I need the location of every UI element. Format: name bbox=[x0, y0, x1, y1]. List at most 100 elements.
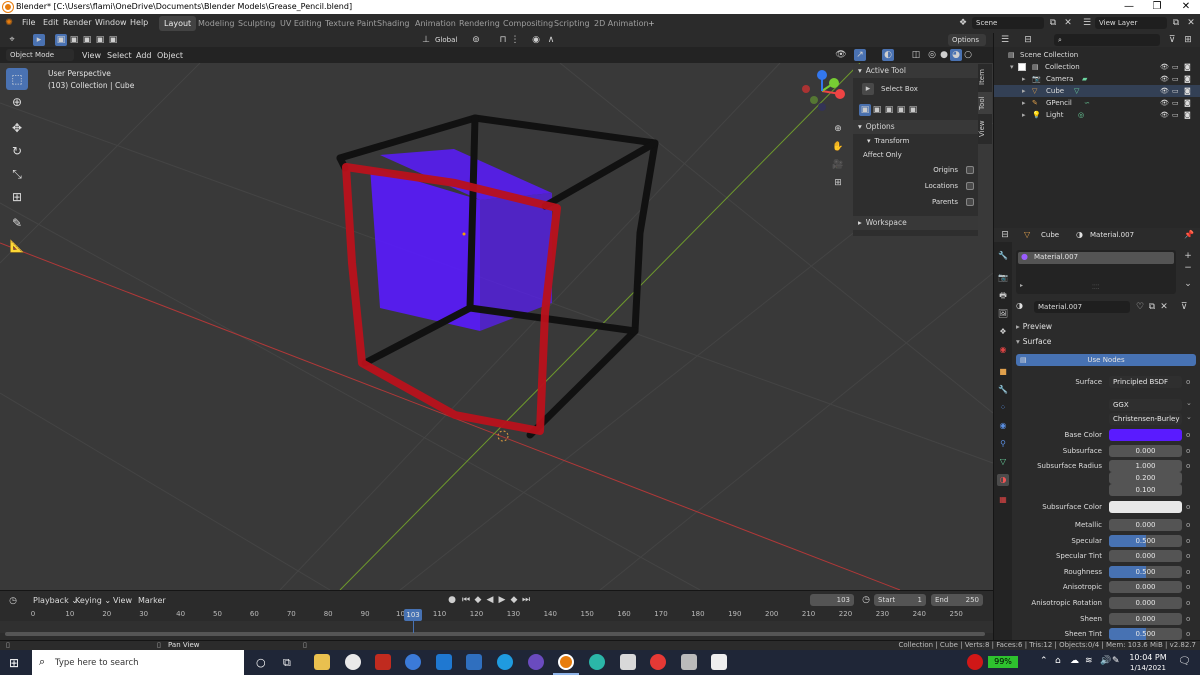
view-layer-tab-icon[interactable]: 🖼 bbox=[997, 308, 1009, 320]
material-slot-row[interactable]: ● Material.007 bbox=[1018, 252, 1174, 264]
render-tab-icon[interactable]: 📷 bbox=[997, 272, 1009, 284]
visibility-icon[interactable]: 👁 bbox=[835, 49, 847, 61]
menu-timeline-view[interactable]: View bbox=[113, 596, 132, 605]
expand-arrow-icon[interactable]: ▸ bbox=[1022, 85, 1026, 97]
collection-checkbox[interactable] bbox=[1018, 63, 1026, 71]
subsurface-radius-z-field[interactable]: 0.100 bbox=[1109, 484, 1182, 496]
add-workspace-icon[interactable]: + bbox=[643, 16, 660, 31]
play-icon[interactable]: ▶ bbox=[496, 594, 508, 606]
visibility-eye-icon[interactable]: 👁 bbox=[1160, 85, 1169, 97]
menu-help[interactable]: Help bbox=[130, 18, 148, 27]
orientation-dropdown[interactable]: Global bbox=[431, 34, 467, 46]
render-camera-icon[interactable]: ◙ bbox=[1184, 85, 1191, 97]
menu-marker[interactable]: Marker bbox=[138, 596, 166, 605]
tab-layout[interactable]: Layout bbox=[159, 16, 197, 31]
store-icon[interactable] bbox=[466, 654, 482, 670]
npanel-mode-invert-icon[interactable]: ▣ bbox=[895, 104, 907, 116]
task-view-icon[interactable]: ⧉ bbox=[283, 656, 291, 670]
unlink-material-icon[interactable]: ✕ bbox=[1158, 301, 1170, 313]
ortho-grid-icon[interactable]: ⊞ bbox=[832, 177, 844, 189]
rotate-icon[interactable]: ↻ bbox=[6, 140, 28, 162]
expand-arrow-icon[interactable]: ▸ bbox=[1022, 109, 1026, 121]
start-frame-field[interactable]: Start 1 bbox=[874, 594, 926, 606]
expand-arrow-icon[interactable]: ▾ bbox=[1010, 61, 1014, 73]
gizmo-icon[interactable]: ↗ bbox=[854, 49, 866, 61]
sheen-tint-link-icon[interactable]: o bbox=[1186, 630, 1190, 638]
surface-shader-dropdown[interactable]: Principled BSDF bbox=[1109, 376, 1182, 388]
tab-tool[interactable]: Tool bbox=[978, 92, 992, 114]
duplicate-material-icon[interactable]: ⧉ bbox=[1146, 301, 1158, 313]
clock-time[interactable]: 10:04 PM bbox=[1128, 653, 1168, 662]
material-name-field[interactable]: Material.007 bbox=[1034, 301, 1130, 313]
slot-expand-icon[interactable]: ▸ bbox=[1020, 282, 1023, 289]
select-mode-extend-icon[interactable]: ▣ bbox=[68, 34, 80, 46]
filter-icon[interactable]: ⊽ bbox=[1166, 34, 1178, 46]
visibility-eye-icon[interactable]: 👁 bbox=[1160, 109, 1169, 121]
neg-z-axis-icon[interactable] bbox=[818, 103, 826, 111]
menu-object[interactable]: Object bbox=[157, 51, 183, 60]
wireframe-shading-icon[interactable]: ◎ bbox=[926, 49, 938, 61]
select-mode-subtract-icon[interactable]: ▣ bbox=[81, 34, 93, 46]
visibility-eye-icon[interactable]: 👁 bbox=[1160, 73, 1169, 85]
collection-row[interactable]: ▾ ▤ Collection 👁 ▭ ◙ bbox=[994, 61, 1200, 73]
snap-icon[interactable]: ⊓ bbox=[497, 34, 509, 46]
notification-icon[interactable]: 🗨 bbox=[1178, 656, 1191, 667]
zoom-icon[interactable]: ⊕ bbox=[832, 123, 844, 135]
render-camera-icon[interactable]: ◙ bbox=[1184, 109, 1191, 121]
subsurface-color-swatch[interactable] bbox=[1109, 501, 1182, 513]
visibility-eye-icon[interactable]: 👁 bbox=[1160, 97, 1169, 109]
taskbar-search-box[interactable]: ⌕ Type here to search bbox=[32, 650, 244, 675]
timeline-scrollbar[interactable] bbox=[5, 632, 985, 636]
render-camera-icon[interactable]: ◙ bbox=[1184, 97, 1191, 109]
menu-playback[interactable]: Playback ⌄ bbox=[33, 596, 78, 605]
scene-field[interactable]: Scene bbox=[972, 17, 1044, 29]
options-dropdown[interactable]: Options bbox=[948, 34, 986, 46]
view-layer-icon[interactable]: ☰ bbox=[1081, 17, 1093, 29]
data-tab-icon[interactable]: ▽ bbox=[997, 456, 1009, 468]
neg-y-axis-icon[interactable] bbox=[810, 96, 818, 104]
network-app-icon[interactable] bbox=[681, 654, 697, 670]
chevron-up-icon[interactable]: ⌃ bbox=[1040, 656, 1048, 666]
volume-icon[interactable]: 🔊 bbox=[1100, 656, 1111, 666]
navigation-gizmo[interactable] bbox=[800, 69, 850, 119]
select-box-tool-icon[interactable]: ▸ bbox=[862, 83, 874, 95]
viewport-disable-icon[interactable]: ▭ bbox=[1172, 109, 1179, 121]
menu-edit[interactable]: Edit bbox=[43, 18, 59, 27]
tool-tab-icon[interactable]: 🔧 bbox=[997, 250, 1009, 262]
viewport-disable-icon[interactable]: ▭ bbox=[1172, 73, 1179, 85]
scene-icon[interactable]: ❖ bbox=[957, 17, 969, 29]
cloud-icon[interactable]: ☁ bbox=[1070, 656, 1079, 666]
pin-icon[interactable]: 📌 bbox=[1184, 230, 1194, 239]
outliner-search-input[interactable]: ⌕ bbox=[1054, 34, 1160, 46]
light-data-icon[interactable]: ◎ bbox=[1078, 109, 1084, 121]
blender-taskbar-icon[interactable] bbox=[558, 654, 574, 670]
menu-select[interactable]: Select bbox=[107, 51, 132, 60]
end-frame-field[interactable]: End 250 bbox=[931, 594, 983, 606]
wifi-icon[interactable]: ≋ bbox=[1085, 656, 1093, 666]
record-icon[interactable]: ● bbox=[446, 594, 458, 606]
file-explorer-icon[interactable] bbox=[314, 654, 330, 670]
scale-icon[interactable]: ⤡ bbox=[6, 163, 28, 185]
world-tab-icon[interactable]: ◉ bbox=[997, 344, 1009, 356]
move-icon[interactable]: ✥ bbox=[6, 117, 28, 139]
material-browse-icon[interactable]: ◑ bbox=[1016, 301, 1023, 310]
metallic-field[interactable]: 0.000 bbox=[1109, 519, 1182, 531]
shader-link-icon[interactable]: o bbox=[1186, 378, 1190, 386]
select-mode-new-icon[interactable]: ▣ bbox=[55, 34, 67, 46]
render-camera-icon[interactable]: ◙ bbox=[1184, 61, 1191, 73]
jump-end-icon[interactable]: ⏭ bbox=[520, 594, 532, 606]
maximize-button[interactable]: ❐ bbox=[1143, 0, 1171, 14]
subsurface-method-dropdown[interactable]: Christensen-Burley bbox=[1109, 413, 1182, 425]
measure-icon[interactable]: 📐 bbox=[6, 235, 28, 257]
material-shading-icon[interactable]: ◕ bbox=[950, 49, 962, 61]
sheen-field[interactable]: 0.000 bbox=[1109, 612, 1182, 625]
menu-file[interactable]: File bbox=[22, 18, 35, 27]
menu-add[interactable]: Add bbox=[136, 51, 152, 60]
minimize-button[interactable]: — bbox=[1115, 0, 1143, 14]
transform-header[interactable]: ▾ Transform bbox=[853, 134, 978, 148]
parents-checkbox[interactable] bbox=[966, 198, 974, 206]
pan-hand-icon[interactable]: ✋ bbox=[832, 141, 844, 153]
select-mode-intersect-icon[interactable]: ▣ bbox=[107, 34, 119, 46]
expand-arrow-icon[interactable]: ▸ bbox=[1022, 73, 1026, 85]
dog-app-icon[interactable] bbox=[711, 654, 727, 670]
